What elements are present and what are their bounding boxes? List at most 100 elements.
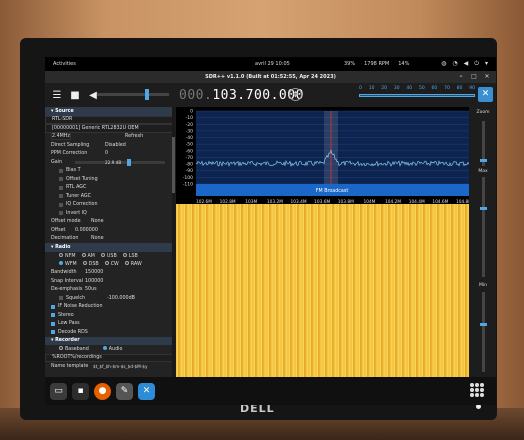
offset-input[interactable]: 0.000000 (75, 228, 98, 233)
frequency-leading-digits[interactable]: 000. (179, 88, 212, 103)
radio-icon[interactable] (102, 346, 107, 351)
rec-mode-baseband[interactable]: Baseband (59, 346, 89, 352)
source-section-header[interactable]: ▾ Source (45, 107, 175, 116)
rec-mode-audio[interactable]: Audio (102, 346, 122, 352)
radio-icon[interactable] (81, 252, 86, 257)
decimation-select[interactable]: None (91, 236, 104, 241)
max-slider[interactable] (482, 177, 485, 277)
checkbox-icon[interactable] (51, 321, 55, 326)
waterfall[interactable] (176, 204, 469, 377)
offset-mode-select[interactable]: None (91, 219, 104, 224)
radio-icon[interactable] (59, 252, 63, 257)
name-template-input[interactable]: $t_$f_$h-$m-$s_$d-$M-$y (93, 364, 147, 369)
ppm-input[interactable]: 0 (105, 151, 108, 156)
menu-icon[interactable]: ☰ (51, 89, 63, 101)
invert-iq-checkbox[interactable]: Invert IQ (45, 209, 175, 218)
mode-wfm[interactable]: WFM (59, 261, 77, 267)
recorder-section-header[interactable]: ▾ Recorder (45, 336, 175, 345)
tuner-agc-checkbox[interactable]: Tuner AGC (45, 192, 175, 201)
mode-am[interactable]: AM (81, 252, 95, 259)
network-icon[interactable]: ◍ (441, 60, 446, 68)
decode-rds-checkbox[interactable]: Decode RDS (45, 328, 175, 337)
checkbox-icon[interactable] (59, 194, 63, 199)
sdrpp-logo-icon[interactable]: ✕ (478, 87, 493, 102)
fft-svg[interactable]: 0-10-20-30-40-50-60-70-80-90-100-110 FM … (176, 107, 469, 204)
screen: Activities avril 29 10:05 39% 1798 RPM 1… (45, 57, 496, 405)
mode-dsb[interactable]: DSB (82, 261, 99, 267)
maximize-icon[interactable]: □ (469, 72, 479, 81)
terminal-app-icon[interactable]: ▪ (72, 382, 89, 400)
refresh-button[interactable]: Refresh (125, 134, 143, 139)
mode-raw[interactable]: RAW (124, 261, 142, 267)
bias-t-checkbox[interactable]: Bias T (45, 167, 175, 176)
mode-nfm[interactable]: NFM (59, 252, 76, 259)
scrollbar-thumb[interactable] (172, 137, 175, 193)
checkbox-icon[interactable] (59, 168, 63, 173)
radio-icon[interactable] (59, 346, 63, 351)
checkbox-icon[interactable] (59, 211, 63, 216)
db-tick-label: -10 (186, 115, 193, 121)
power-icon[interactable]: ⏻ (474, 60, 479, 68)
min-slider[interactable] (482, 292, 485, 372)
mem-indicator[interactable]: 14% (398, 61, 409, 67)
recording-path-input[interactable]: %ROOT%/recordings (45, 353, 175, 362)
sidebar-scrollbar[interactable] (172, 107, 175, 377)
tuning-mode-icon[interactable]: ✥ (289, 88, 302, 101)
firefox-app-icon[interactable]: ● (94, 382, 111, 400)
source-type-select[interactable]: RTL-SDR (45, 115, 175, 124)
stereo-checkbox[interactable]: Stereo (45, 311, 175, 320)
device-select[interactable]: [00000001] Generic RTL2832U OEM (45, 124, 175, 133)
close-icon[interactable]: ✕ (482, 72, 492, 81)
wifi-icon[interactable]: ◔ (452, 60, 457, 68)
clock[interactable]: avril 29 10:05 (255, 61, 290, 67)
offset-tuning-checkbox[interactable]: Offset Tuning (45, 175, 175, 184)
sdrpp-dock-icon[interactable]: ✕ (138, 382, 155, 400)
device-value: [00000001] Generic RTL2832U OEM (52, 125, 139, 131)
fft-panel[interactable]: 0 -10 -20 -30 -40 -50 -60 -70 -80 -90 -100 -110 FM … (176, 107, 469, 204)
mode-lsb[interactable]: LSB (122, 252, 138, 259)
radio-section-header[interactable]: ▾ Radio (45, 243, 175, 252)
bandwidth-input[interactable]: 150000 (85, 270, 103, 275)
mode-cw[interactable]: CW (104, 261, 119, 267)
snap-input[interactable]: 100000 (85, 279, 103, 284)
radio-icon[interactable] (59, 261, 63, 266)
gain-slider-handle[interactable] (127, 159, 132, 166)
checkbox-icon[interactable] (59, 185, 63, 190)
checkbox-icon[interactable] (51, 313, 55, 318)
files-app-icon[interactable]: ▭ (50, 382, 67, 400)
radio-icon[interactable] (124, 261, 129, 266)
radio-icon[interactable] (82, 261, 87, 266)
min-slider-handle[interactable] (480, 323, 487, 326)
show-apps-icon[interactable] (470, 383, 484, 397)
volume-slider-handle[interactable] (145, 89, 149, 100)
radio-icon[interactable] (104, 261, 109, 266)
checkbox-icon[interactable] (51, 330, 55, 335)
radio-icon[interactable] (100, 252, 105, 257)
rtl-agc-checkbox[interactable]: RTL AGC (45, 184, 175, 193)
checkbox-icon[interactable] (51, 304, 55, 309)
fan-indicator[interactable]: 1798 RPM (364, 61, 389, 67)
max-slider-handle[interactable] (480, 207, 487, 210)
checkbox-icon[interactable] (59, 202, 63, 207)
checkbox-icon[interactable] (59, 177, 63, 182)
zoom-slider-handle[interactable] (480, 159, 487, 162)
samplerate-select[interactable]: 2.4MHz (51, 133, 71, 141)
if-nr-checkbox[interactable]: IF Noise Reduction (45, 303, 175, 312)
minimize-icon[interactable]: – (456, 72, 466, 81)
mode-usb[interactable]: USB (100, 252, 117, 259)
iq-correction-checkbox[interactable]: IQ Correction (45, 201, 175, 210)
cpu-indicator[interactable]: 39% (344, 61, 355, 67)
checkbox-icon[interactable] (59, 296, 63, 301)
text-editor-app-icon[interactable]: ✎ (116, 382, 133, 400)
stop-icon[interactable]: ■ (69, 89, 81, 101)
radio-icon[interactable] (122, 252, 127, 257)
deemph-select[interactable]: 50us (85, 287, 97, 292)
activities-button[interactable]: Activities (53, 61, 76, 67)
direct-sampling-select[interactable]: Disabled (105, 143, 126, 148)
low-pass-checkbox[interactable]: Low Pass (45, 320, 175, 329)
frequency-display[interactable]: 000.103.700.000 (179, 88, 304, 103)
volume-icon[interactable]: ◀ (464, 60, 469, 68)
squelch-value[interactable]: -100.000dB (107, 296, 135, 301)
volume-slider[interactable] (97, 89, 169, 100)
menu-chevron-icon[interactable]: ▾ (485, 60, 488, 68)
